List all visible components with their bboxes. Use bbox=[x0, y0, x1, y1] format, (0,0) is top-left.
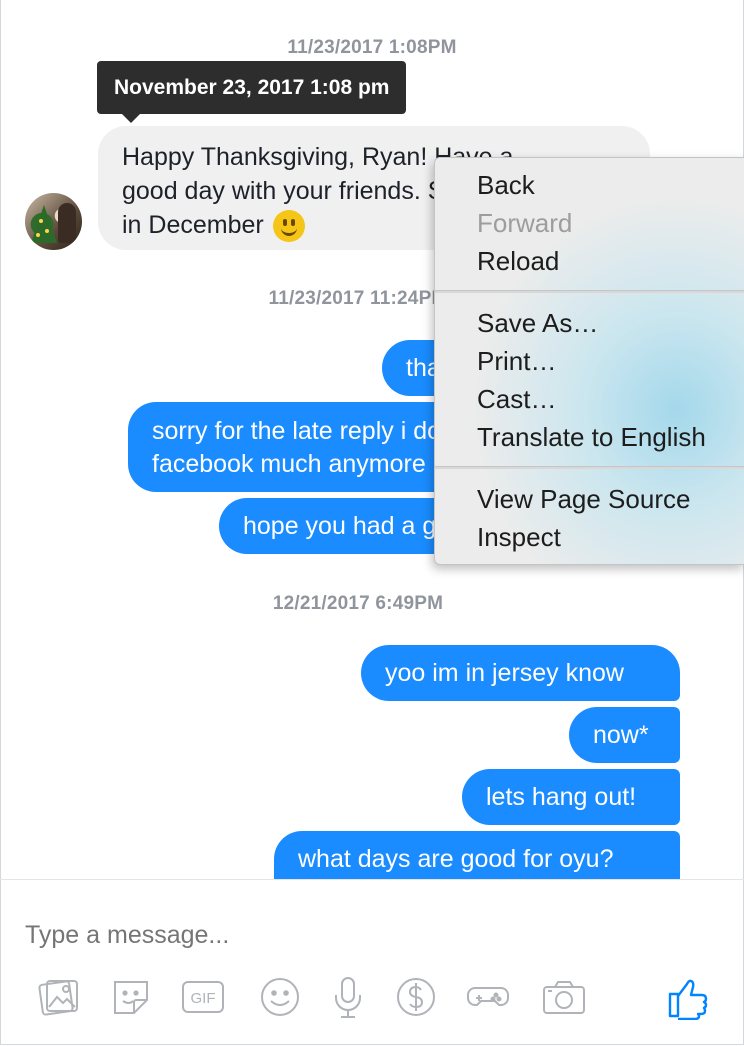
timestamp-3: 12/21/2017 6:49PM bbox=[272, 593, 444, 614]
composer-divider bbox=[0, 879, 744, 880]
menu-item-back[interactable]: Back bbox=[477, 170, 535, 201]
menu-item-reload[interactable]: Reload bbox=[477, 246, 559, 277]
sticker-icon[interactable] bbox=[108, 974, 154, 1020]
game-icon[interactable] bbox=[465, 974, 511, 1020]
menu-item-print[interactable]: Print… bbox=[477, 346, 556, 377]
outgoing-message[interactable]: yoo im in jersey know bbox=[361, 645, 680, 701]
camera-icon[interactable] bbox=[541, 974, 587, 1020]
photo-icon[interactable] bbox=[36, 974, 82, 1020]
context-menu: Back Forward Reload Save As… Print… Cast… bbox=[434, 157, 744, 565]
outgoing-message[interactable]: what days are good for oyu? bbox=[274, 831, 680, 879]
thumbs-up-icon[interactable] bbox=[666, 974, 712, 1021]
payment-icon[interactable] bbox=[393, 974, 439, 1020]
gif-icon[interactable]: GIF bbox=[180, 974, 226, 1020]
menu-item-save-as[interactable]: Save As… bbox=[477, 308, 598, 339]
timestamp-tooltip: November 23, 2017 1:08 pm bbox=[97, 61, 407, 123]
emoji-icon[interactable] bbox=[257, 974, 303, 1020]
incoming-line-3: in December bbox=[122, 211, 264, 239]
smile-emoji-icon bbox=[272, 210, 305, 243]
menu-separator bbox=[435, 466, 744, 469]
outgoing-message[interactable]: now* bbox=[569, 707, 680, 763]
menu-item-inspect[interactable]: Inspect bbox=[477, 522, 561, 553]
menu-item-translate[interactable]: Translate to English bbox=[477, 422, 706, 453]
gif-label: GIF bbox=[191, 990, 216, 1007]
menu-item-cast[interactable]: Cast… bbox=[477, 384, 556, 415]
outgoing-message[interactable]: lets hang out! bbox=[462, 769, 680, 825]
menu-item-forward[interactable]: Forward bbox=[477, 208, 572, 239]
microphone-icon[interactable] bbox=[325, 974, 371, 1020]
menu-item-view-source[interactable]: View Page Source bbox=[477, 484, 690, 515]
menu-separator bbox=[435, 290, 744, 293]
avatar[interactable] bbox=[25, 193, 82, 250]
timestamp-1: 11/23/2017 1:08PM bbox=[287, 37, 457, 58]
message-input[interactable] bbox=[25, 915, 625, 955]
